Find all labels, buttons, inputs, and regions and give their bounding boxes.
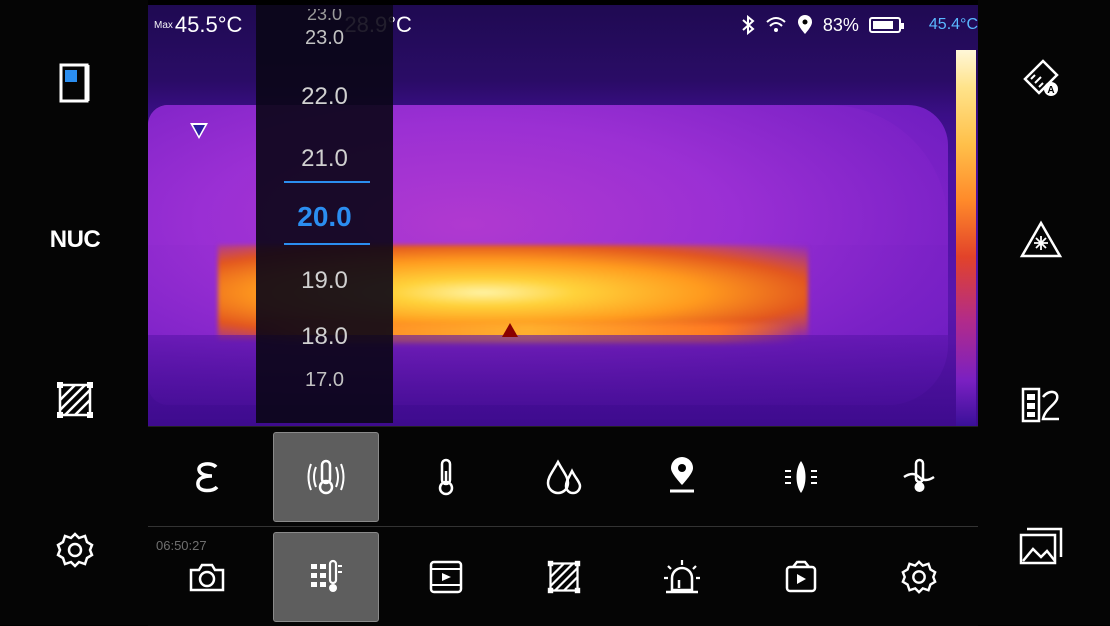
picker-faded-top: 23.0 — [256, 9, 393, 29]
gallery-button[interactable] — [1006, 512, 1076, 582]
area-button[interactable] — [40, 365, 110, 435]
ghost-time: 06:50:27 — [156, 538, 207, 553]
min-temp-cursor — [190, 123, 208, 139]
playback-button[interactable] — [749, 533, 853, 621]
battery-level — [872, 21, 893, 29]
location-button[interactable] — [630, 433, 734, 521]
area-icon — [547, 560, 581, 593]
humidity-icon — [546, 459, 582, 495]
settings-button[interactable] — [867, 533, 971, 621]
max-label: Max — [154, 19, 173, 31]
battery-icon — [868, 17, 904, 33]
picker-selected-value[interactable]: 20.0 — [256, 201, 393, 233]
location-status-icon — [797, 15, 812, 34]
nuc-label: NUC — [49, 226, 101, 253]
video-icon — [429, 560, 462, 593]
picker-value[interactable]: 21.0 — [256, 145, 393, 173]
temperature-range-icon — [311, 559, 343, 592]
picker-value[interactable]: 23.0 — [256, 27, 393, 50]
area-analysis-button[interactable] — [512, 533, 616, 621]
ambient-temp-icon — [903, 458, 935, 492]
picker-value[interactable]: 17.0 — [256, 369, 393, 392]
range-max-value: 45.4°C — [928, 16, 978, 33]
right-toolbar: A — [978, 0, 1110, 625]
temperature-range-button[interactable] — [273, 531, 380, 622]
area-icon — [57, 382, 93, 418]
picker-selection-line-top — [284, 181, 370, 183]
file-icon — [59, 63, 90, 103]
svg-text:A: A — [1047, 85, 1054, 96]
palette-button[interactable] — [1006, 370, 1076, 440]
palette-icon — [1021, 387, 1059, 423]
humidity-button[interactable] — [512, 433, 616, 521]
emissivity-button[interactable] — [155, 433, 259, 521]
battery-percent: 83% — [822, 14, 859, 35]
max-temp-value: 45.5°C — [174, 12, 243, 37]
settings-icon — [56, 532, 94, 568]
location-icon — [670, 457, 695, 493]
settings-button-left[interactable] — [40, 515, 110, 585]
auto-measure-button[interactable]: A — [1006, 42, 1076, 112]
parameter-menu — [148, 426, 978, 527]
picker-faded-bottom — [256, 403, 393, 419]
settings-icon — [901, 559, 937, 594]
camera-icon — [189, 563, 225, 591]
file-button[interactable] — [40, 48, 110, 118]
distance-icon — [784, 461, 817, 493]
alarm-button[interactable] — [630, 533, 734, 621]
left-toolbar: NUC — [0, 0, 148, 625]
auto-measure-icon: A — [1023, 59, 1059, 96]
playback-icon — [785, 560, 816, 592]
reflected-temp-button[interactable] — [273, 432, 380, 522]
picker-value[interactable]: 18.0 — [256, 323, 393, 351]
picker-value: 23.0 — [306, 9, 343, 24]
color-scale-bar — [956, 50, 976, 426]
thermometer-icon — [438, 458, 453, 496]
picker-selection-line-bottom — [284, 243, 370, 245]
wifi-icon — [766, 17, 786, 32]
laser-pointer-button[interactable] — [1006, 205, 1076, 275]
emissivity-icon — [196, 462, 219, 493]
thermometer-button[interactable] — [394, 433, 498, 521]
bluetooth-icon — [742, 15, 755, 35]
system-status: 83% 45.4°C — [741, 5, 978, 45]
gallery-icon — [1019, 527, 1063, 565]
laser-pointer-icon — [1019, 220, 1063, 258]
picker-value[interactable]: 19.0 — [256, 267, 393, 295]
temperature-picker[interactable]: 23.0 23.0 22.0 21.0 20.0 19.0 18.0 17.0 — [256, 5, 393, 423]
video-button[interactable] — [394, 533, 498, 621]
reflected-temp-icon — [307, 459, 345, 495]
function-menu — [148, 526, 978, 626]
max-temp-cursor — [502, 323, 518, 337]
ambient-temp-button[interactable] — [867, 433, 971, 521]
nuc-button[interactable]: NUC — [40, 205, 110, 275]
alarm-icon — [664, 559, 701, 593]
picker-value[interactable]: 22.0 — [256, 83, 393, 111]
distance-button[interactable] — [749, 433, 853, 521]
